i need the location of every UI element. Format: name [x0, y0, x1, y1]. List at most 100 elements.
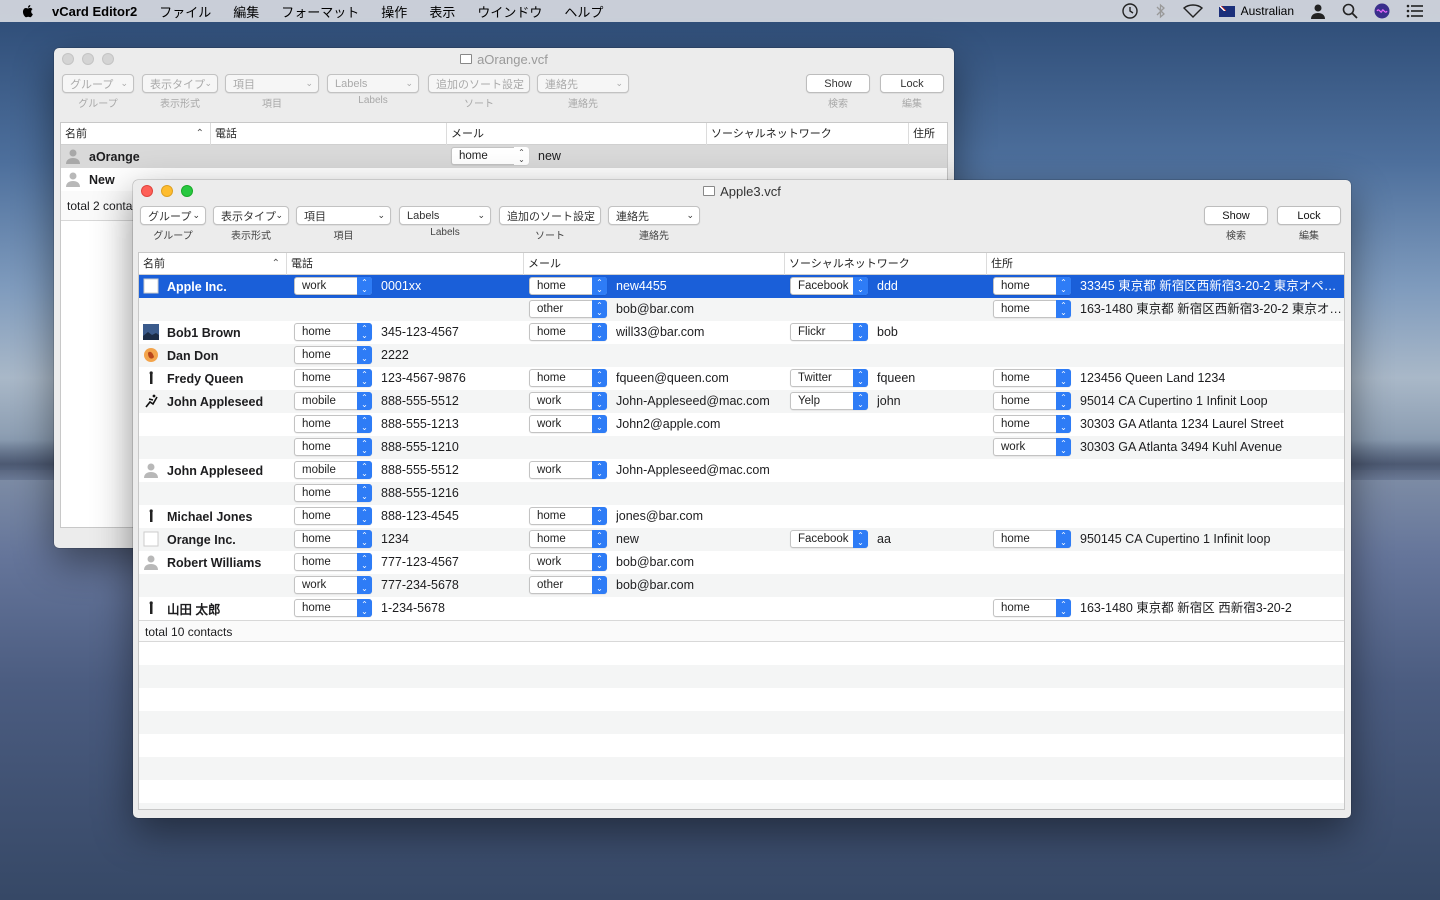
table-row[interactable]: 山田 太郎 home ⌃ ⌄ 1-234-5678 home ⌃ ⌄ 163-1480 東京都 … [139, 597, 1344, 620]
contacts-table[interactable]: 名前 ⌃ 電話 メール ソーシャルネットワーク 住所 Apple Inc. work… [138, 252, 1345, 810]
title-bar[interactable]: aOrange.vcf [54, 48, 954, 70]
field-popup[interactable]: 項目 ⌄ [296, 206, 391, 225]
email-value[interactable]: John-Appleseed@mac.com [616, 390, 770, 413]
table-row[interactable]: home ⌃ ⌄ 888-555-1210 work ⌃ ⌄ 30303 GA Atlanta… [139, 436, 1344, 459]
lock-button[interactable]: Lock [1277, 206, 1341, 225]
column-header-email[interactable]: メール [447, 123, 707, 145]
social-value[interactable]: aa [877, 528, 891, 551]
notification-center-icon[interactable] [1406, 4, 1424, 18]
email-value[interactable]: bob@bar.com [616, 551, 694, 574]
email-type-popup[interactable]: other ⌃ ⌄ [529, 576, 607, 594]
email-type-popup[interactable]: work ⌃ ⌄ [529, 415, 607, 433]
table-row[interactable]: home ⌃ ⌄ 888-555-1216 [139, 482, 1344, 505]
address-value[interactable]: 163-1480 東京都 新宿区 西新宿3-20-2 [1080, 597, 1342, 620]
table-row[interactable]: Orange Inc. home ⌃ ⌄ 1234 home ⌃ ⌄ new Facebook ⌃ ⌄… [139, 528, 1344, 551]
phone-value[interactable]: 777-123-4567 [381, 551, 459, 574]
spotlight-search-icon[interactable] [1342, 3, 1358, 19]
email-value[interactable]: fqueen@queen.com [616, 367, 729, 390]
phone-value[interactable]: 888-123-4545 [381, 505, 459, 528]
phone-type-popup[interactable]: home ⌃ ⌄ [294, 553, 372, 571]
menu-file[interactable]: ファイル [159, 2, 211, 21]
email-value[interactable]: new4455 [616, 275, 667, 298]
phone-value[interactable]: 345-123-4567 [381, 321, 459, 344]
window-apple3[interactable]: Apple3.vcf グループ ⌄ グループ 表示タイプ ⌄ 表示形式 項目 ⌄ 項目… [133, 180, 1351, 818]
social-type-popup[interactable]: Flickr ⌃ ⌄ [790, 323, 868, 341]
email-value[interactable]: bob@bar.com [616, 298, 694, 321]
app-name-menu[interactable]: vCard Editor2 [52, 4, 137, 19]
phone-type-popup[interactable]: home ⌃ ⌄ [294, 438, 372, 456]
address-value[interactable]: 30303 GA Atlanta 1234 Laurel Street [1080, 413, 1342, 436]
address-value[interactable]: 30303 GA Atlanta 3494 Kuhl Avenue [1080, 436, 1342, 459]
address-value[interactable]: 950145 CA Cupertino 1 Infinit loop [1080, 528, 1342, 551]
table-row[interactable]: Dan Don home ⌃ ⌄ 2222 [139, 344, 1344, 367]
labels-popup[interactable]: Labels ⌄ [399, 206, 491, 225]
phone-value[interactable]: 1234 [381, 528, 409, 551]
phone-type-popup[interactable]: work ⌃ ⌄ [294, 576, 372, 594]
close-button[interactable] [141, 185, 153, 197]
table-row[interactable]: Robert Williams home ⌃ ⌄ 777-123-4567 work ⌃ ⌄ b… [139, 551, 1344, 574]
phone-value[interactable]: 888-555-1213 [381, 413, 459, 436]
email-type-popup[interactable]: home ⌃ ⌄ [529, 507, 607, 525]
phone-value[interactable]: 0001xx [381, 275, 421, 298]
phone-type-popup[interactable]: mobile ⌃ ⌄ [294, 461, 372, 479]
email-type-popup[interactable]: work ⌃ ⌄ [529, 553, 607, 571]
zoom-button[interactable] [102, 53, 114, 65]
email-type-popup[interactable]: work ⌃ ⌄ [529, 461, 607, 479]
show-button[interactable]: Show [1204, 206, 1268, 225]
phone-value[interactable]: 123-4567-9876 [381, 367, 466, 390]
address-value[interactable]: 163-1480 東京都 新宿区西新宿3-20-2 東京オ… [1080, 298, 1342, 321]
phone-value[interactable]: 888-555-1216 [381, 482, 459, 505]
address-type-popup[interactable]: work ⌃ ⌄ [993, 438, 1071, 456]
menu-edit[interactable]: 編集 [233, 2, 259, 21]
zoom-button[interactable] [181, 185, 193, 197]
column-header-address[interactable]: 住所 [909, 123, 947, 145]
table-row[interactable]: aOrange home ⌃ ⌄ new [61, 145, 947, 168]
table-row[interactable]: other ⌃ ⌄ bob@bar.com home ⌃ ⌄ 163-1480 東京都 新宿区… [139, 298, 1344, 321]
address-type-popup[interactable]: home ⌃ ⌄ [993, 300, 1071, 318]
social-type-popup[interactable]: Yelp ⌃ ⌄ [790, 392, 868, 410]
phone-value[interactable]: 1-234-5678 [381, 597, 445, 620]
contacts-popup[interactable]: 連絡先 ⌄ [608, 206, 700, 225]
table-row[interactable]: John Appleseed mobile ⌃ ⌄ 888-555-5512 work ⌃ ⌄… [139, 390, 1344, 413]
minimize-button[interactable] [161, 185, 173, 197]
column-header-social[interactable]: ソーシャルネットワーク [785, 253, 987, 275]
table-row[interactable]: work ⌃ ⌄ 777-234-5678 other ⌃ ⌄ bob@bar.com [139, 574, 1344, 597]
wifi-icon[interactable] [1182, 3, 1203, 19]
email-value[interactable]: jones@bar.com [616, 505, 703, 528]
email-value[interactable]: John2@apple.com [616, 413, 720, 436]
phone-value[interactable]: 2222 [381, 344, 409, 367]
table-row[interactable]: Apple Inc. work ⌃ ⌄ 0001xx home ⌃ ⌄ new4455 Faceb… [139, 275, 1344, 298]
phone-type-popup[interactable]: home ⌃ ⌄ [294, 530, 372, 548]
table-row[interactable]: Bob1 Brown home ⌃ ⌄ 345-123-4567 home ⌃ ⌄ will33… [139, 321, 1344, 344]
group-popup[interactable]: グループ ⌄ [140, 206, 206, 225]
email-type-popup[interactable]: home ⌃ ⌄ [529, 323, 607, 341]
display-type-popup[interactable]: 表示タイプ ⌄ [142, 74, 218, 93]
time-machine-icon[interactable] [1121, 2, 1139, 20]
social-type-popup[interactable]: Twitter ⌃ ⌄ [790, 369, 868, 387]
apple-menu-icon[interactable] [20, 3, 36, 19]
phone-value[interactable]: 777-234-5678 [381, 574, 459, 597]
social-type-popup[interactable]: Facebook ⌃ ⌄ [790, 530, 868, 548]
phone-value[interactable]: 888-555-1210 [381, 436, 459, 459]
phone-type-popup[interactable]: home ⌃ ⌄ [294, 599, 372, 617]
phone-type-popup[interactable]: home ⌃ ⌄ [294, 507, 372, 525]
phone-value[interactable]: 888-555-5512 [381, 390, 459, 413]
address-value[interactable]: 95014 CA Cupertino 1 Infinit Loop [1080, 390, 1342, 413]
phone-value[interactable]: 888-555-5512 [381, 459, 459, 482]
email-type-popup[interactable]: home ⌃ ⌄ [451, 147, 529, 165]
show-button[interactable]: Show [806, 74, 870, 93]
menu-help[interactable]: ヘルプ [564, 2, 603, 21]
phone-type-popup[interactable]: home ⌃ ⌄ [294, 484, 372, 502]
address-value[interactable]: 33345 東京都 新宿区西新宿3-20-2 東京オペラ… [1080, 275, 1342, 298]
minimize-button[interactable] [82, 53, 94, 65]
labels-popup[interactable]: Labels ⌄ [327, 74, 419, 93]
title-bar[interactable]: Apple3.vcf [133, 180, 1351, 202]
column-header-address[interactable]: 住所 [987, 253, 1344, 275]
phone-type-popup[interactable]: home ⌃ ⌄ [294, 415, 372, 433]
contacts-popup[interactable]: 連絡先 ⌄ [537, 74, 629, 93]
menu-format[interactable]: フォーマット [281, 2, 359, 21]
address-type-popup[interactable]: home ⌃ ⌄ [993, 415, 1071, 433]
address-type-popup[interactable]: home ⌃ ⌄ [993, 369, 1071, 387]
email-value[interactable]: John-Appleseed@mac.com [616, 459, 770, 482]
social-value[interactable]: ddd [877, 275, 898, 298]
